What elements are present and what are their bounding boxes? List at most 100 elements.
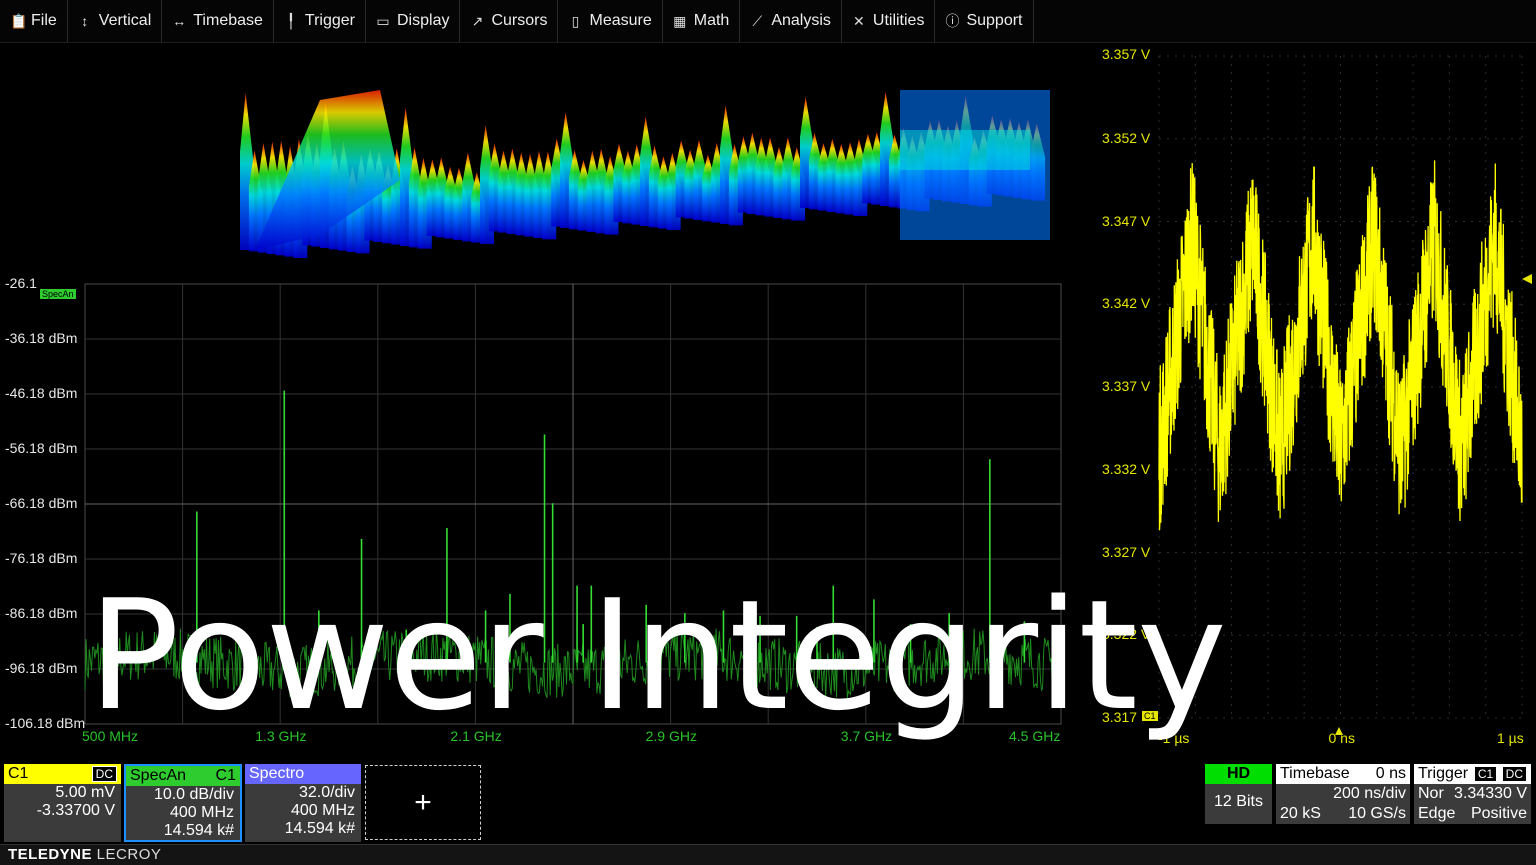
specan-name: SpecAn	[130, 767, 187, 784]
trigger-coupling-tag: DC	[1501, 766, 1527, 782]
trigger-descriptor[interactable]: Trigger C1 DC Nor 3.34330 V Edge Positive	[1414, 764, 1531, 824]
menu-vertical[interactable]: ↕ Vertical	[68, 0, 163, 42]
chart-icon: ⟋	[752, 12, 763, 29]
spectrum-y-tick-label: -106.18 dBm	[5, 715, 86, 731]
spectrogram-band	[900, 130, 1030, 170]
menu-trigger[interactable]: ╿ Trigger	[274, 0, 366, 42]
menu-label: File	[31, 12, 57, 29]
spectrum-x-tick-label: 1.3 GHz	[255, 728, 307, 744]
time-y-tick-label: 3.322 V	[1102, 626, 1151, 643]
timebase-label: Timebase	[1280, 765, 1350, 782]
clipboard-icon: 📋	[10, 12, 28, 29]
display-icon: ▭	[376, 12, 390, 29]
spectrum-y-tick-label: -56.18 dBm	[5, 440, 78, 456]
timedomain-grid	[1158, 55, 1532, 735]
spectrum-y-tick-label: -86.18 dBm	[5, 605, 78, 621]
hd-label: HD	[1205, 764, 1272, 784]
coupling-tag: DC	[91, 766, 117, 782]
c1-offset: -3.33700 V	[36, 802, 115, 819]
time-y-tick-label: 3.332 V	[1102, 460, 1151, 477]
menu-file[interactable]: 📋 File	[0, 0, 68, 42]
specan-scale: 10.0 dB/div	[153, 786, 234, 803]
specan-source: C1	[215, 767, 236, 784]
menu-analysis[interactable]: ⟋ Analysis	[740, 0, 842, 42]
c1-trace-tag[interactable]: C1	[1142, 711, 1158, 721]
spectrum-y-tick-label: -96.18 dBm	[5, 660, 78, 676]
time-y-tick-label: 3.342 V	[1102, 295, 1151, 312]
c1-name: C1	[8, 765, 29, 782]
timebase-rate: 10 GS/s	[1348, 805, 1406, 822]
horizontal-arrows-icon: ↔	[172, 13, 187, 29]
timebase-per-div: 200 ns/div	[1333, 785, 1406, 802]
vertical-arrows-icon: ↕	[81, 13, 89, 29]
trigger-source-tag: C1	[1473, 766, 1498, 782]
time-y-tick-label: 3.317	[1102, 709, 1138, 725]
spectro-count: 14.594 k#	[284, 820, 355, 837]
tools-icon: ✕	[853, 12, 865, 29]
c1-scale: 5.00 mV	[55, 784, 115, 801]
menu-label: Support	[966, 12, 1023, 29]
spectrum-x-tick-label: 500 MHz	[82, 728, 139, 744]
timedomain-panel: 3.357 V 3.352 V 3.347 V 3.342 V 3.337 V 3.332…	[1090, 42, 1536, 752]
menu-label: Timebase	[193, 12, 263, 29]
menu-label: Analysis	[771, 12, 831, 29]
spectrum-x-tick-label: 4.5 GHz	[1009, 728, 1061, 744]
menu-cursors[interactable]: ↗ Cursors	[460, 0, 559, 42]
menu-label: Utilities	[872, 12, 925, 29]
hd-descriptor[interactable]: HD 12 Bits	[1205, 764, 1272, 824]
measure-icon: ▯	[571, 12, 580, 29]
trigger-label: Trigger	[1418, 765, 1469, 782]
trigger-slope: Positive	[1470, 805, 1527, 822]
footer-bar	[0, 844, 1536, 865]
specan-span: 400 MHz	[169, 804, 234, 821]
spectrum-x-tick-label: 2.9 GHz	[645, 728, 697, 744]
trigger-icon: ╿	[286, 12, 296, 29]
info-icon: ⓘ	[945, 13, 960, 29]
spectro-name: Spectro	[249, 765, 305, 782]
timebase-descriptor[interactable]: Timebase 0 ns 200 ns/div 20 kS 10 GS/s	[1276, 764, 1410, 824]
spectrum-y-tick-label: -66.18 dBm	[5, 495, 78, 511]
menu-display[interactable]: ▭ Display	[366, 0, 461, 42]
menu-timebase[interactable]: ↔ Timebase	[162, 0, 274, 42]
timebase-samples: 20 kS	[1280, 805, 1321, 822]
menu-label: Display	[397, 12, 450, 29]
spectrum-y-tick-label: -76.18 dBm	[5, 550, 78, 566]
menu-label: Measure	[589, 12, 652, 29]
menu-label: Vertical	[98, 12, 152, 29]
specan-descriptor[interactable]: SpecAn C1 10.0 dB/div 400 MHz 14.594 k#	[124, 764, 242, 842]
spectrum-panel: -26.1 -36.18 dBm -46.18 dBm -56.18 dBm -66.1…	[0, 270, 1075, 750]
spectrum-y-tick-label: -36.18 dBm	[5, 330, 78, 346]
brand-logo: TELEDYNE LECROY	[8, 846, 162, 863]
menu-support[interactable]: ⓘ Support	[935, 0, 1034, 42]
c1-descriptor[interactable]: C1 DC 5.00 mV -3.33700 V	[4, 764, 121, 842]
trigger-level: 3.34330 V	[1454, 785, 1527, 802]
time-y-tick-label: 3.347 V	[1102, 212, 1151, 229]
spectro-span: 400 MHz	[290, 802, 355, 819]
time-x-tick-label: -1 µs	[1158, 730, 1190, 746]
spectro-scale: 32.0/div	[298, 784, 355, 801]
menu-math[interactable]: ▦ Math	[663, 0, 741, 42]
time-x-tick-label: 0 ns	[1328, 730, 1355, 746]
bits-value: 12 Bits	[1214, 793, 1263, 810]
time-y-tick-label: 3.357 V	[1102, 46, 1151, 62]
menu-label: Trigger	[304, 12, 355, 29]
spectro-descriptor[interactable]: Spectro 32.0/div 400 MHz 14.594 k#	[245, 764, 361, 842]
calculator-icon: ▦	[673, 12, 687, 29]
spectrum-y-tick-label: -46.18 dBm	[5, 385, 78, 401]
specan-count: 14.594 k#	[163, 822, 234, 839]
spectrum-y-tick-label: -26.1	[5, 275, 37, 291]
menu-measure[interactable]: ▯ Measure	[558, 0, 663, 42]
spectrum-grid	[84, 283, 1062, 725]
timebase-delay: 0 ns	[1375, 765, 1406, 782]
spectrogram-3d-view	[240, 90, 1050, 258]
time-y-tick-label: 3.327 V	[1102, 543, 1151, 560]
trigger-mode: Nor	[1418, 785, 1444, 802]
cursor-icon: ↗	[471, 12, 484, 29]
trigger-type: Edge	[1418, 805, 1456, 822]
spectrum-x-tick-label: 3.7 GHz	[840, 728, 893, 744]
trigger-level-marker[interactable]	[1522, 274, 1532, 284]
add-trace-button[interactable]: +	[365, 765, 481, 840]
time-y-tick-label: 3.337 V	[1102, 378, 1151, 394]
specan-trace-tag[interactable]: SpecAn	[40, 289, 76, 299]
menu-utilities[interactable]: ✕ Utilities	[842, 0, 936, 42]
